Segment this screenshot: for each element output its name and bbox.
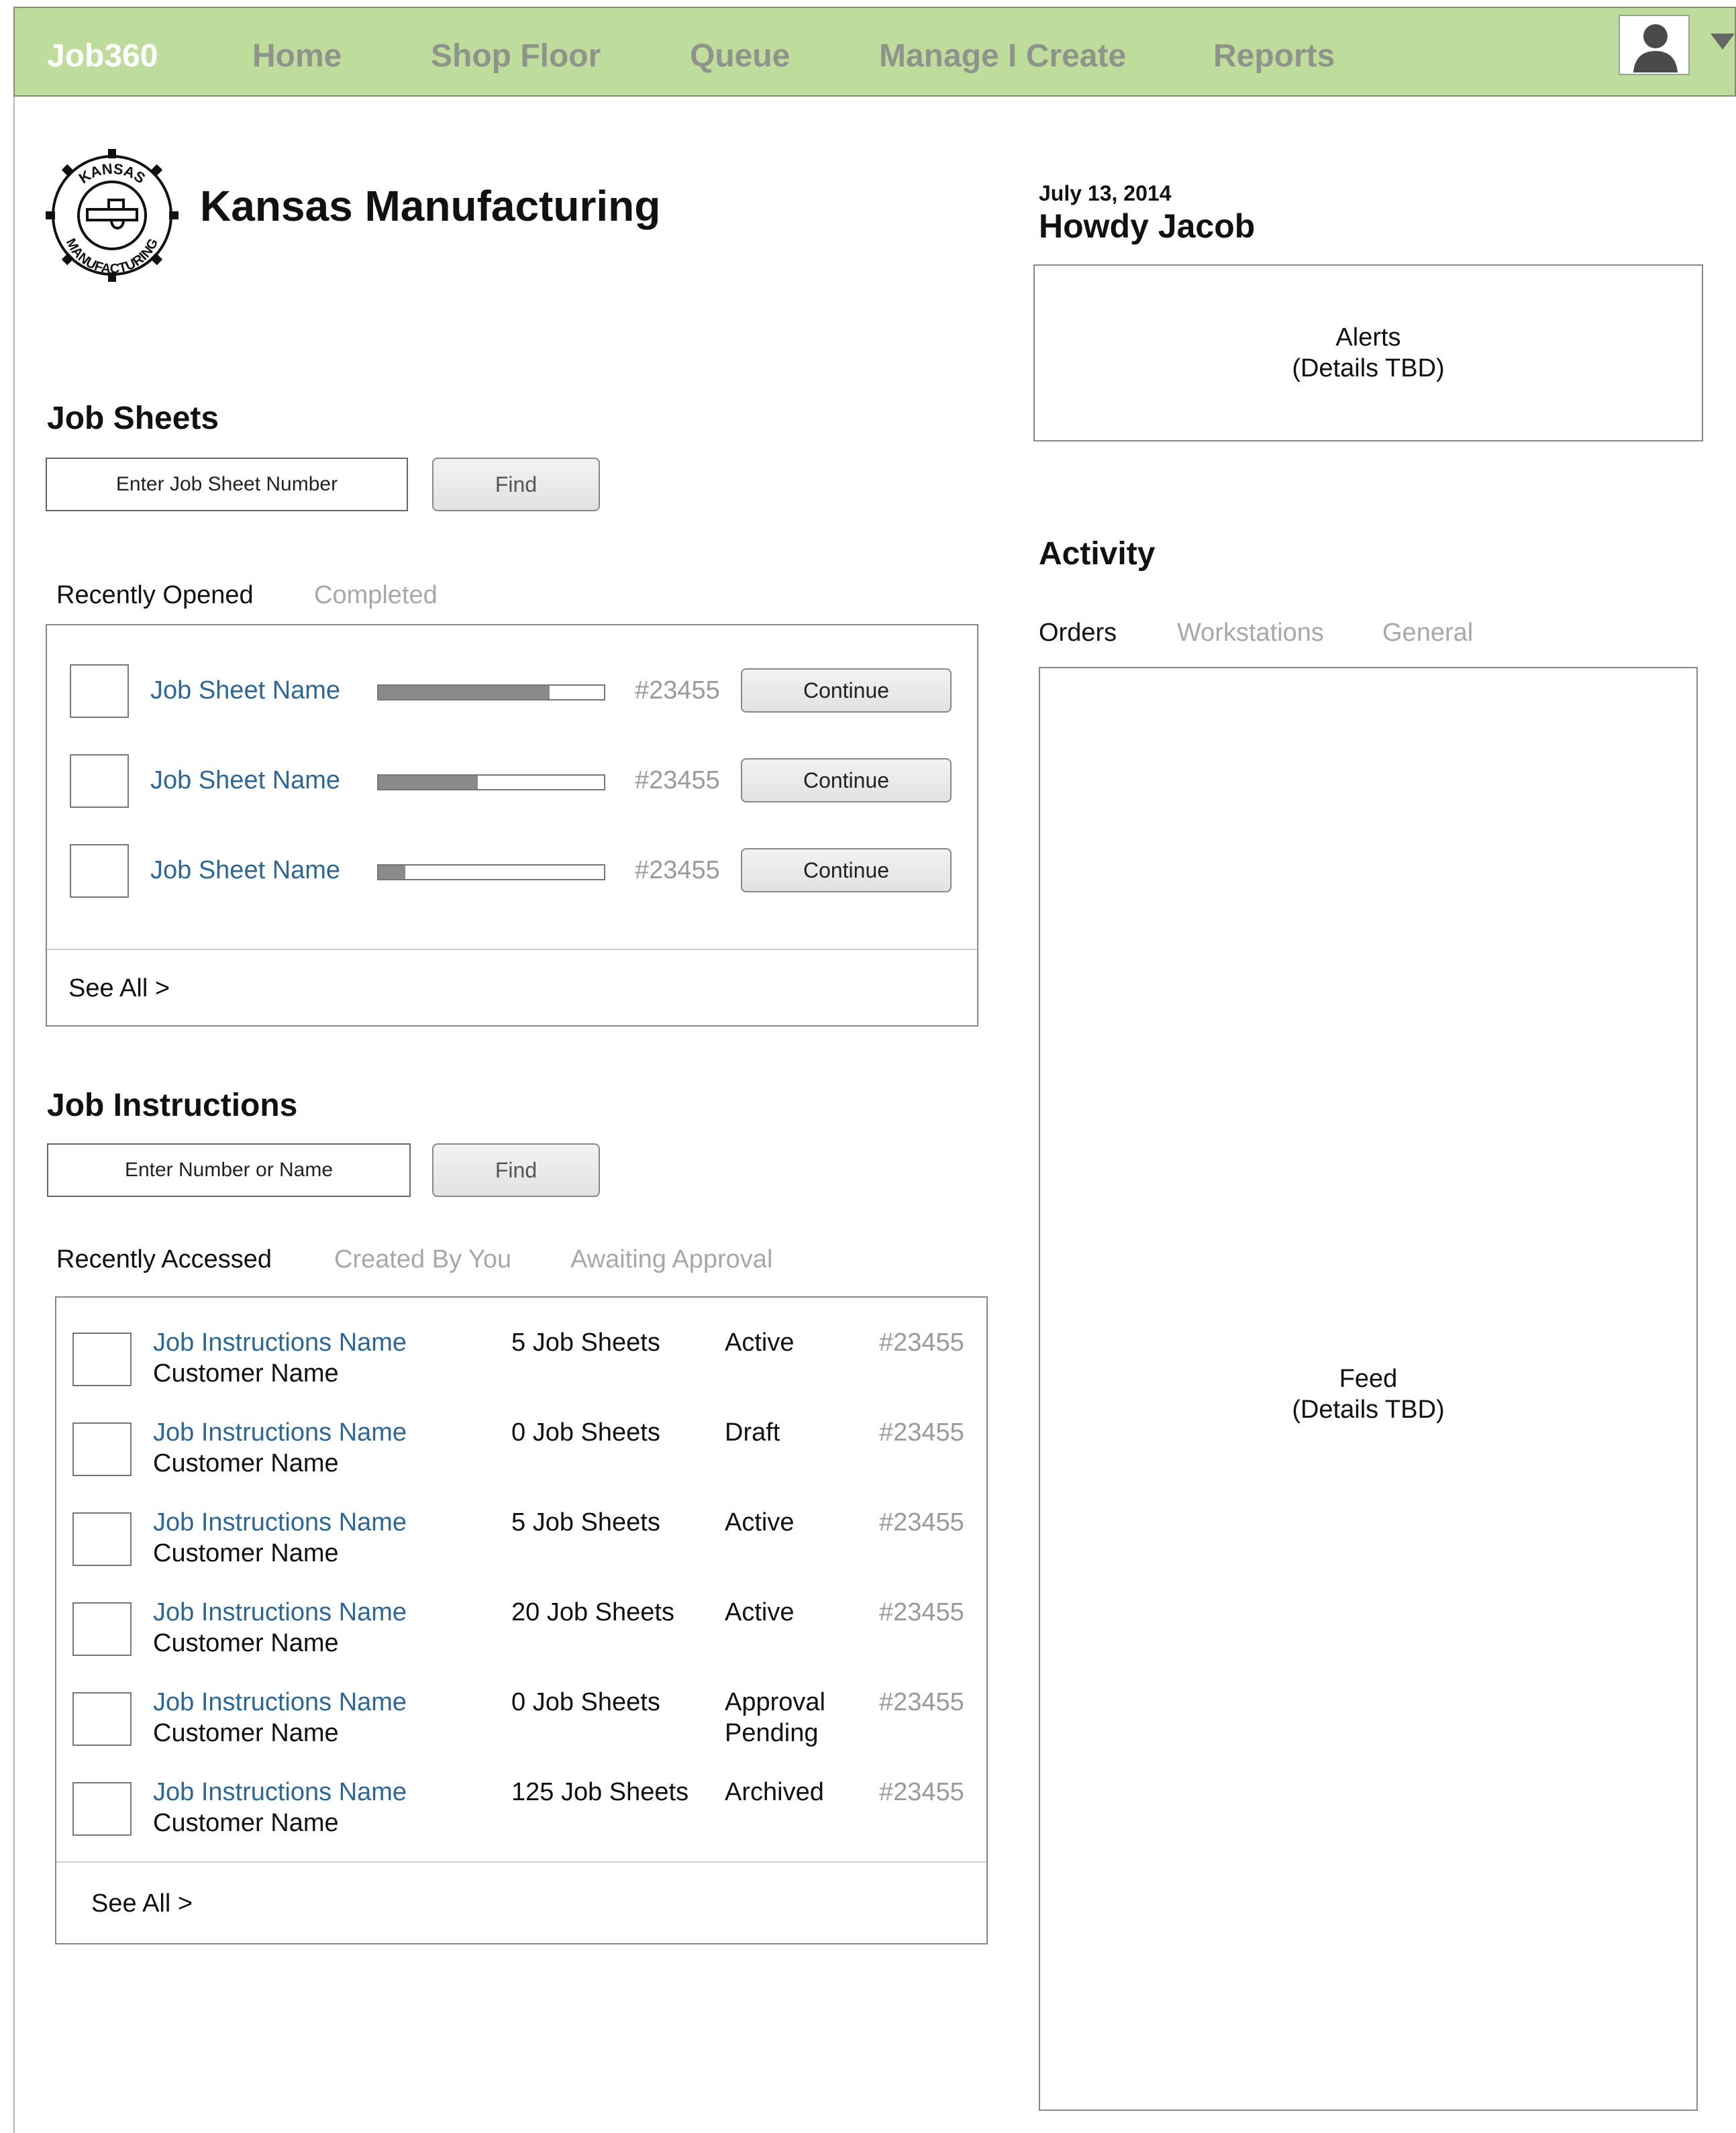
tab-completed[interactable]: Completed (314, 581, 438, 610)
job-sheet-progress (377, 864, 605, 880)
job-instruction-name-link[interactable]: Job Instructions Name (153, 1778, 407, 1807)
logo-text-bottom: MANUFACTURING (63, 236, 162, 276)
job-sheet-name-link[interactable]: Job Sheet Name (150, 856, 340, 885)
job-instruction-name-link[interactable]: Job Instructions Name (153, 1688, 407, 1717)
job-sheet-count: 20 Job Sheets (511, 1598, 674, 1626)
row-checkbox[interactable] (72, 1512, 132, 1566)
customer-name: Customer Name (153, 1449, 339, 1477)
row-checkbox[interactable] (72, 1422, 132, 1476)
job-instruction-number: #23455 (879, 1598, 964, 1626)
tab-recently-opened[interactable]: Recently Opened (56, 581, 254, 610)
feed-label: Feed (Details TBD) (1040, 1363, 1696, 1425)
job-instructions-find-button[interactable]: Find (432, 1143, 600, 1197)
status-text: Active (725, 1508, 795, 1537)
job-instruction-number: #23455 (879, 1329, 964, 1357)
tab-recently-accessed[interactable]: Recently Accessed (56, 1245, 272, 1274)
job-instruction-name-link[interactable]: Job Instructions Name (153, 1598, 407, 1627)
job-sheet-number: #23455 (635, 676, 720, 705)
continue-button[interactable]: Continue (741, 668, 952, 713)
job-sheet-progress (377, 774, 605, 790)
avatar[interactable] (1619, 15, 1690, 75)
feed-details: (Details TBD) (1292, 1396, 1445, 1424)
tab-created-by-you[interactable]: Created By You (334, 1245, 511, 1274)
nav-home[interactable]: Home (252, 38, 342, 74)
job-sheet-name-link[interactable]: Job Sheet Name (150, 676, 340, 705)
job-sheet-count: 5 Job Sheets (511, 1508, 660, 1537)
nav-shop-floor[interactable]: Shop Floor (431, 38, 601, 74)
job-sheet-count: 5 Job Sheets (511, 1329, 660, 1357)
nav-manage-create[interactable]: Manage I Create (879, 38, 1126, 74)
job-sheet-count: 125 Job Sheets (511, 1778, 689, 1806)
job-instruction-name-link[interactable]: Job Instructions Name (153, 1508, 407, 1537)
tab-orders[interactable]: Orders (1039, 619, 1117, 647)
continue-button[interactable]: Continue (741, 848, 952, 892)
user-silhouette-icon (1633, 24, 1678, 72)
job-instructions-title: Job Instructions (47, 1088, 298, 1123)
panel-divider (47, 949, 977, 950)
tab-awaiting-approval[interactable]: Awaiting Approval (570, 1245, 772, 1274)
job-sheet-count: 0 Job Sheets (511, 1418, 660, 1447)
activity-title: Activity (1039, 536, 1156, 572)
nav-brand[interactable]: Job360 (47, 38, 158, 74)
job-sheet-name-link[interactable]: Job Sheet Name (150, 766, 340, 795)
feed-title: Feed (1339, 1365, 1398, 1393)
svg-text:MANUFACTURING: MANUFACTURING (63, 236, 162, 276)
job-instructions-see-all-link[interactable]: See All > (91, 1889, 193, 1918)
continue-button[interactable]: Continue (741, 758, 952, 802)
row-checkbox[interactable] (70, 754, 129, 808)
alerts-label: Alerts (Details TBD) (1035, 322, 1702, 384)
activity-feed-box: Feed (Details TBD) (1039, 667, 1698, 2111)
job-sheet-find-button[interactable]: Find (432, 458, 600, 511)
job-instruction-name-link[interactable]: Job Instructions Name (153, 1329, 407, 1357)
job-sheet-search-input[interactable] (46, 458, 408, 511)
job-sheet-number: #23455 (635, 856, 720, 884)
row-checkbox[interactable] (72, 1333, 132, 1386)
customer-name: Customer Name (153, 1359, 339, 1388)
top-navbar: Job360 Home Shop Floor Queue Manage I Cr… (13, 7, 1736, 97)
alerts-details: (Details TBD) (1292, 354, 1445, 382)
status-text: Approval (725, 1688, 825, 1716)
job-sheets-title: Job Sheets (47, 401, 219, 436)
status-text: Active (725, 1329, 795, 1357)
row-checkbox[interactable] (70, 664, 129, 718)
alerts-box: Alerts (Details TBD) (1033, 264, 1703, 441)
status-text: Active (725, 1598, 795, 1626)
job-sheet-count: 0 Job Sheets (511, 1688, 660, 1716)
row-checkbox[interactable] (72, 1692, 132, 1746)
job-instruction-name-link[interactable]: Job Instructions Name (153, 1418, 407, 1447)
alerts-title: Alerts (1335, 323, 1401, 352)
tab-workstations[interactable]: Workstations (1177, 619, 1324, 647)
customer-name: Customer Name (153, 1539, 339, 1567)
greeting: Howdy Jacob (1039, 207, 1256, 245)
company-name: Kansas Manufacturing (200, 182, 661, 230)
tab-general[interactable]: General (1382, 619, 1473, 647)
current-date: July 13, 2014 (1039, 181, 1172, 205)
job-instruction-number: #23455 (879, 1778, 964, 1806)
status-text: Archived (725, 1778, 824, 1806)
company-logo: KANSAS MANUFACTURING (46, 149, 178, 282)
status-text: Draft (725, 1418, 780, 1447)
nav-reports[interactable]: Reports (1213, 38, 1335, 74)
job-instructions-search-input[interactable] (47, 1143, 411, 1197)
customer-name: Customer Name (153, 1629, 339, 1657)
customer-name: Customer Name (153, 1719, 339, 1747)
job-instruction-number: #23455 (879, 1418, 964, 1447)
job-sheet-progress (377, 684, 605, 700)
job-instruction-number: #23455 (879, 1688, 964, 1716)
job-instruction-number: #23455 (879, 1508, 964, 1537)
panel-divider (56, 1861, 986, 1863)
job-sheet-number: #23455 (635, 766, 720, 794)
job-sheets-see-all-link[interactable]: See All > (68, 974, 170, 1003)
row-checkbox[interactable] (72, 1782, 132, 1836)
nav-queue[interactable]: Queue (690, 38, 790, 74)
row-checkbox[interactable] (72, 1602, 132, 1656)
caret-down-icon[interactable] (1711, 34, 1735, 50)
row-checkbox[interactable] (70, 844, 129, 898)
customer-name: Customer Name (153, 1809, 339, 1837)
status-text-line2: Pending (725, 1719, 819, 1747)
